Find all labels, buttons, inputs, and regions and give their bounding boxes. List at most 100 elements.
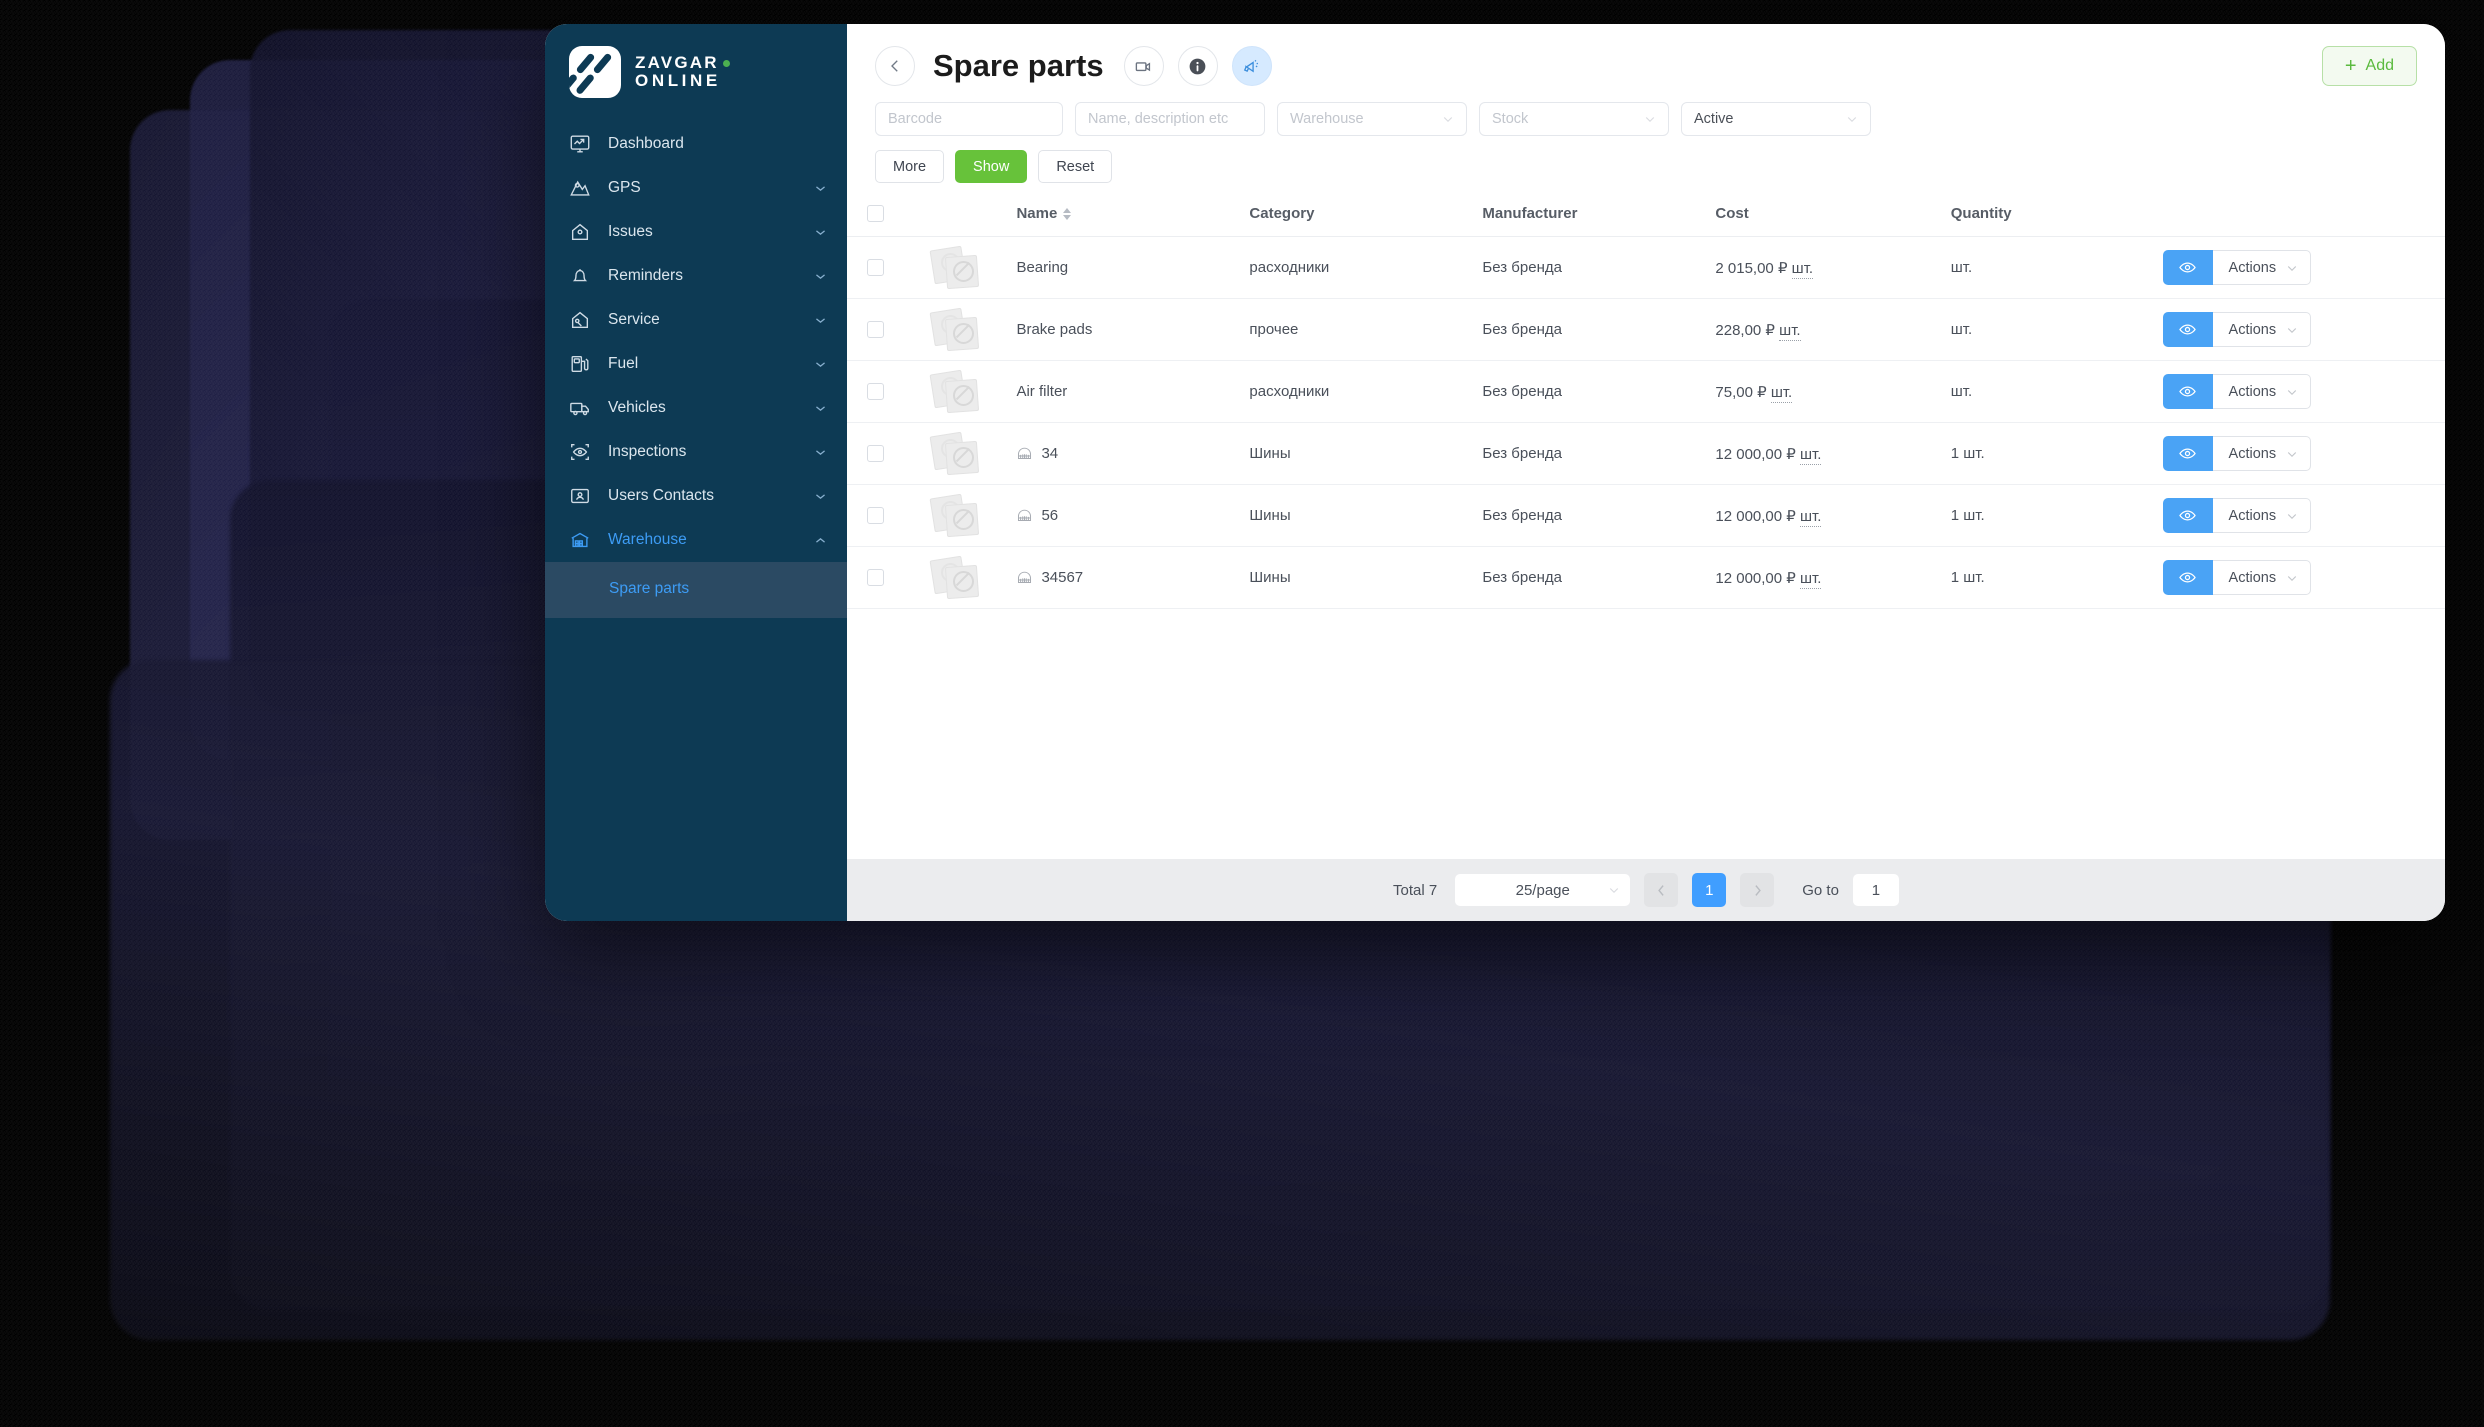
row-checkbox[interactable] <box>867 383 884 400</box>
row-cost-unit[interactable]: шт. <box>1791 259 1814 279</box>
row-cost-cell: 12 000,00 ₽ шт. <box>1715 422 1951 485</box>
name-header[interactable]: Name <box>1016 191 1250 237</box>
row-cost-unit[interactable]: шт. <box>1800 445 1822 465</box>
actions-dropdown-button[interactable]: Actions <box>2212 436 2312 471</box>
sidebar-item-fuel[interactable]: Fuel <box>545 342 847 386</box>
search-input[interactable]: Name, description etc <box>1075 102 1265 136</box>
view-button[interactable] <box>2162 560 2213 595</box>
screen: ZAVGAR ONLINE Dashboard GPS Issues Remin… <box>0 0 2484 1427</box>
sidebar-item-reminders[interactable]: Reminders <box>545 254 847 298</box>
actions-dropdown-button[interactable]: Actions <box>2212 498 2312 533</box>
video-button[interactable] <box>1123 46 1164 86</box>
row-checkbox[interactable] <box>867 445 884 462</box>
add-button[interactable]: + Add <box>2321 46 2417 86</box>
warehouse-select[interactable]: Warehouse <box>1277 102 1467 136</box>
sort-arrows-icon[interactable] <box>1063 207 1072 220</box>
sidebar-item-service[interactable]: Service <box>545 298 847 342</box>
chevron-down-icon <box>816 185 825 191</box>
table-row[interactable]: Air filter расходники Без бренда 75,00 ₽ шт… <box>847 360 2445 423</box>
sidebar-item-users-contacts[interactable]: Users Contacts <box>545 474 847 518</box>
row-actions-cell: Actions <box>2162 236 2445 299</box>
row-checkbox[interactable] <box>867 259 884 276</box>
view-button[interactable] <box>2162 498 2213 533</box>
sidebar-item-inspections[interactable]: Inspections <box>545 430 847 474</box>
sidebar-subitem-spare-parts[interactable]: Spare parts <box>545 570 847 608</box>
reset-button[interactable]: Reset <box>1038 150 1113 183</box>
sidebar-label: Issues <box>608 223 653 240</box>
sidebar-label: Inspections <box>608 443 687 460</box>
row-cost-cell: 228,00 ₽ шт. <box>1715 298 1951 361</box>
next-page-button[interactable] <box>1740 873 1775 907</box>
sidebar-item-vehicles[interactable]: Vehicles <box>545 386 847 430</box>
row-image-cell <box>929 298 1017 361</box>
eye-icon <box>2179 448 2196 459</box>
no-image-placeholder-icon <box>929 493 980 538</box>
chevron-down-icon <box>2287 389 2297 395</box>
row-cost-unit[interactable]: шт. <box>1779 321 1801 341</box>
row-image-cell <box>929 546 1017 609</box>
no-image-placeholder-icon <box>929 431 980 476</box>
sidebar-label: Dashboard <box>608 135 684 152</box>
row-checkbox[interactable] <box>867 569 884 586</box>
row-checkbox[interactable] <box>867 507 884 524</box>
sidebar-label: Users Contacts <box>608 487 714 504</box>
view-button[interactable] <box>2162 374 2213 409</box>
row-cost-unit[interactable]: шт. <box>1800 569 1822 589</box>
row-manufacturer-cell: Без бренда <box>1482 484 1716 547</box>
actions-dropdown-button[interactable]: Actions <box>2212 250 2312 285</box>
eye-icon <box>2179 262 2196 273</box>
app-logo[interactable]: ZAVGAR ONLINE <box>545 24 847 122</box>
row-name-label: Brake pads <box>1016 321 1093 338</box>
page-number-1[interactable]: 1 <box>1692 873 1727 907</box>
service-icon <box>571 311 589 329</box>
sidebar-label: Warehouse <box>608 531 687 548</box>
row-cost-unit[interactable]: шт. <box>1770 383 1793 403</box>
row-cost-cell: 75,00 ₽ шт. <box>1715 360 1951 423</box>
info-icon <box>1189 58 1206 74</box>
sidebar-item-dashboard[interactable]: Dashboard <box>545 122 847 166</box>
goto-page-input[interactable]: 1 <box>1852 874 1899 906</box>
table-row[interactable]: 56 Шины Без бренда 12 000,00 ₽ шт. 1 шт. Acti… <box>847 484 2445 547</box>
select-all-checkbox[interactable] <box>867 205 884 222</box>
row-category-cell: расходники <box>1249 236 1483 299</box>
chevron-down-icon <box>2287 327 2297 333</box>
sidebar-label: Service <box>608 311 660 328</box>
app-window: ZAVGAR ONLINE Dashboard GPS Issues Remin… <box>545 24 2445 921</box>
stock-select[interactable]: Stock <box>1479 102 1669 136</box>
page-size-select[interactable]: 25/page <box>1455 874 1631 906</box>
table-row[interactable]: Bearing расходники Без бренда 2 015,00 ₽ шт… <box>847 236 2445 299</box>
select-all-header <box>847 191 932 237</box>
view-button[interactable] <box>2162 436 2213 471</box>
sidebar-item-issues[interactable]: Issues <box>545 210 847 254</box>
manufacturer-header: Manufacturer <box>1482 191 1716 237</box>
row-cost-cell: 12 000,00 ₽ шт. <box>1715 484 1951 547</box>
more-filters-button[interactable]: More <box>875 150 945 183</box>
chevron-down-icon <box>1443 117 1453 123</box>
table-row[interactable]: Brake pads прочее Без бренда 228,00 ₽ шт. шт… <box>847 298 2445 361</box>
table-body: Bearing расходники Без бренда 2 015,00 ₽ шт… <box>847 236 2445 609</box>
actions-label: Actions <box>2228 445 2277 462</box>
prev-page-button[interactable] <box>1644 873 1679 907</box>
add-label: Add <box>2365 57 2394 74</box>
sidebar-item-warehouse[interactable]: Warehouse <box>545 518 847 562</box>
view-button[interactable] <box>2162 312 2213 347</box>
view-button[interactable] <box>2162 250 2213 285</box>
table-row[interactable]: 34567 Шины Без бренда 12 000,00 ₽ шт. 1 шт. A… <box>847 546 2445 609</box>
sidebar-item-gps[interactable]: GPS <box>545 166 847 210</box>
actions-dropdown-button[interactable]: Actions <box>2212 374 2312 409</box>
name-header-label: Name <box>1016 205 1058 222</box>
show-button[interactable]: Show <box>955 150 1028 183</box>
actions-dropdown-button[interactable]: Actions <box>2212 312 2312 347</box>
back-button[interactable] <box>875 46 915 86</box>
row-checkbox[interactable] <box>867 321 884 338</box>
row-cost-unit[interactable]: шт. <box>1800 507 1822 527</box>
table-row[interactable]: 34 Шины Без бренда 12 000,00 ₽ шт. 1 шт. Acti… <box>847 422 2445 485</box>
image-header <box>931 191 1017 237</box>
info-button[interactable] <box>1177 46 1218 86</box>
barcode-input[interactable]: Barcode <box>875 102 1063 136</box>
actions-dropdown-button[interactable]: Actions <box>2212 560 2312 595</box>
status-select[interactable]: Active <box>1681 102 1871 136</box>
announcements-button[interactable] <box>1231 46 1272 86</box>
cost-header: Cost <box>1715 191 1951 237</box>
actions-label: Actions <box>2228 569 2277 586</box>
